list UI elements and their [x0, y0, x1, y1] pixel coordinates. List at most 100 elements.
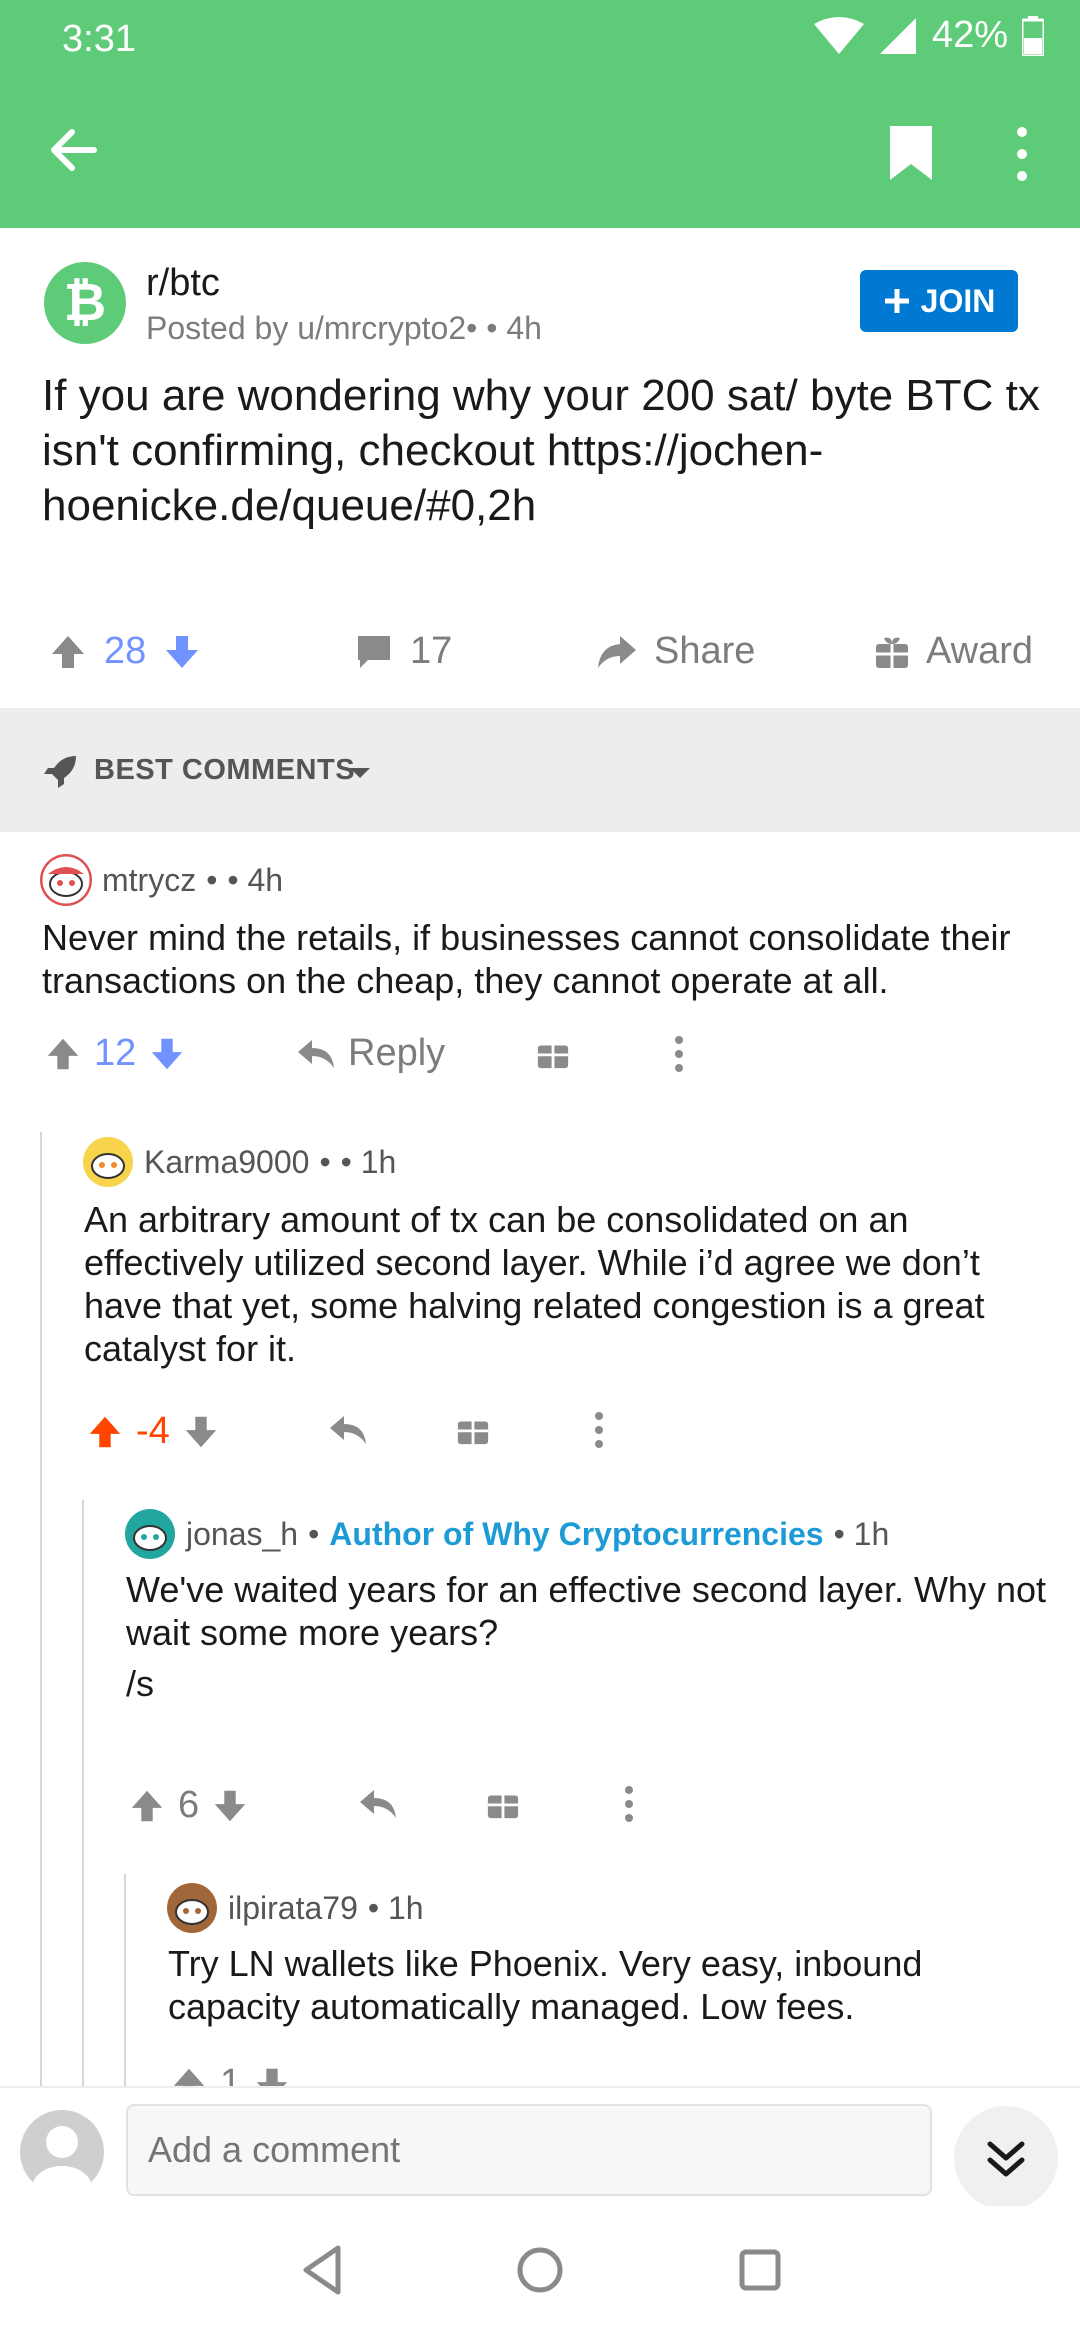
comment-username[interactable]: ilpirata79	[228, 1890, 358, 1927]
post-vote-group: 28	[48, 630, 202, 673]
system-nav-bar	[0, 2206, 1080, 2340]
downvote-icon[interactable]	[148, 1035, 186, 1073]
comment-input[interactable]	[126, 2104, 932, 2196]
join-button[interactable]: JOIN	[860, 270, 1018, 332]
snoo-avatar-icon[interactable]	[124, 1508, 176, 1560]
reply-button[interactable]: Reply	[296, 1032, 445, 1075]
battery-icon	[1022, 15, 1044, 56]
user-flair: Author of Why Cryptocurrencies	[329, 1515, 824, 1552]
join-label: JOIN	[920, 282, 996, 319]
expand-comments-button[interactable]	[954, 2106, 1058, 2210]
reply-icon	[298, 1039, 334, 1068]
bookmark-icon[interactable]	[886, 124, 936, 182]
post-meta: Posted by u/mrcrypto2• • 4h	[146, 310, 542, 347]
snoo-avatar-icon[interactable]	[82, 1136, 134, 1188]
comment-age: • 4h	[227, 861, 284, 898]
comment-vote-group: 1	[170, 2062, 291, 2086]
gift-icon[interactable]	[456, 1412, 490, 1446]
user-avatar[interactable]	[20, 2110, 104, 2194]
sort-label: BEST COMMENTS	[94, 754, 356, 786]
post-age: • 4h	[486, 310, 542, 346]
comment-header: mtrycz • • 4h	[40, 854, 283, 906]
comment-username[interactable]: mtrycz	[102, 862, 196, 899]
chevron-down-icon	[350, 768, 370, 778]
comment-vote-count: 1	[220, 2062, 242, 2086]
gift-icon[interactable]	[536, 1036, 570, 1070]
battery-percent: 42%	[931, 14, 1008, 56]
share-icon	[598, 635, 636, 668]
reply-icon[interactable]	[328, 1412, 368, 1448]
comment-actions: 1	[0, 2062, 1080, 2086]
comment-actions: 6	[0, 1784, 1080, 1844]
separator: •	[319, 1143, 331, 1180]
subreddit-icon[interactable]: ₿	[44, 262, 126, 344]
comment-body-line: /s	[126, 1663, 155, 1704]
more-vertical-icon[interactable]	[622, 1784, 636, 1824]
posted-by[interactable]: Posted by u/mrcrypto2•	[146, 310, 477, 346]
comments-button[interactable]: 17	[354, 630, 452, 673]
status-icons: 42%	[813, 14, 1044, 57]
share-button[interactable]: Share	[596, 630, 755, 673]
more-vertical-icon[interactable]	[1010, 124, 1034, 184]
back-arrow-icon[interactable]	[44, 120, 104, 180]
comment-vote-count: -4	[136, 1410, 170, 1452]
nav-home-icon[interactable]	[510, 2240, 570, 2300]
comment-vote-group: -4	[86, 1410, 220, 1453]
upvote-icon[interactable]	[86, 1413, 124, 1451]
reply-label: Reply	[348, 1032, 446, 1074]
upvote-icon[interactable]	[170, 2065, 208, 2087]
snoo-avatar-icon[interactable]	[40, 854, 92, 906]
comment-body: Try LN wallets like Phoenix. Very easy, …	[168, 1943, 923, 2027]
comment-vote-group: 6	[128, 1784, 249, 1827]
reply-icon[interactable]	[358, 1786, 398, 1822]
comment-vote-count: 6	[178, 1784, 200, 1826]
post-title[interactable]: If you are wondering why your 200 sat/ b…	[42, 368, 1042, 533]
more-vertical-icon[interactable]	[672, 1034, 686, 1074]
more-vertical-icon[interactable]	[592, 1410, 606, 1450]
subreddit-name[interactable]: r/btc	[146, 262, 220, 305]
snoo-avatar-icon[interactable]	[166, 1882, 218, 1934]
downvote-icon[interactable]	[211, 1787, 249, 1825]
comment-actions: 12 Reply	[0, 1032, 1080, 1092]
post-vote-count: 28	[104, 630, 147, 672]
upvote-icon[interactable]	[128, 1787, 166, 1825]
comment-age: • 1h	[340, 1143, 397, 1180]
comment-username[interactable]: jonas_h	[186, 1516, 298, 1553]
comment-composer	[0, 2086, 1080, 2210]
signal-icon	[879, 17, 916, 54]
downvote-icon[interactable]	[253, 2065, 291, 2087]
award-button[interactable]: Award	[874, 630, 1033, 673]
comment-4: ilpirata79 • 1h Try LN wallets like Phoe…	[0, 1866, 1080, 2086]
comment-1: mtrycz • • 4h Never mind the retails, if…	[0, 832, 1080, 1102]
comment-icon	[358, 635, 390, 668]
rocket-icon	[44, 756, 76, 788]
upvote-icon[interactable]	[48, 632, 88, 672]
comment-body: We've waited years for an effective seco…	[126, 1569, 1047, 1653]
comment-vote-group: 12	[44, 1032, 186, 1075]
comment-header: jonas_h • Author of Why Cryptocurrencies…	[124, 1508, 889, 1560]
comment-username[interactable]: Karma9000	[144, 1144, 309, 1181]
comment-3: jonas_h • Author of Why Cryptocurrencies…	[0, 1490, 1080, 1860]
downvote-icon[interactable]	[162, 632, 202, 672]
comment-count: 17	[410, 630, 453, 672]
double-chevron-down-icon	[987, 2141, 1025, 2177]
nav-back-icon[interactable]	[294, 2240, 354, 2300]
status-time: 3:31	[62, 18, 136, 60]
comment-body: An arbitrary amount of tx can be consoli…	[84, 1199, 985, 1369]
comment-age: • 1h	[367, 1889, 424, 1926]
award-label: Award	[926, 630, 1034, 672]
comment-sort-bar[interactable]: BEST COMMENTS	[0, 708, 1080, 832]
gift-icon[interactable]	[486, 1786, 520, 1820]
plus-icon	[884, 289, 909, 313]
user-icon	[32, 2126, 92, 2194]
share-label: Share	[654, 630, 756, 672]
post-actions: 28 17 Share Award	[0, 618, 1080, 688]
nav-recents-icon[interactable]	[730, 2240, 790, 2300]
separator: •	[206, 861, 218, 898]
downvote-icon[interactable]	[182, 1413, 220, 1451]
comment-header: ilpirata79 • 1h	[166, 1882, 424, 1934]
comment-body: Never mind the retails, if businesses ca…	[42, 917, 1011, 1001]
comment-2: Karma9000 • • 1h An arbitrary amount of …	[0, 1118, 1080, 1488]
upvote-icon[interactable]	[44, 1035, 82, 1073]
app-header: 3:31 42%	[0, 0, 1080, 228]
